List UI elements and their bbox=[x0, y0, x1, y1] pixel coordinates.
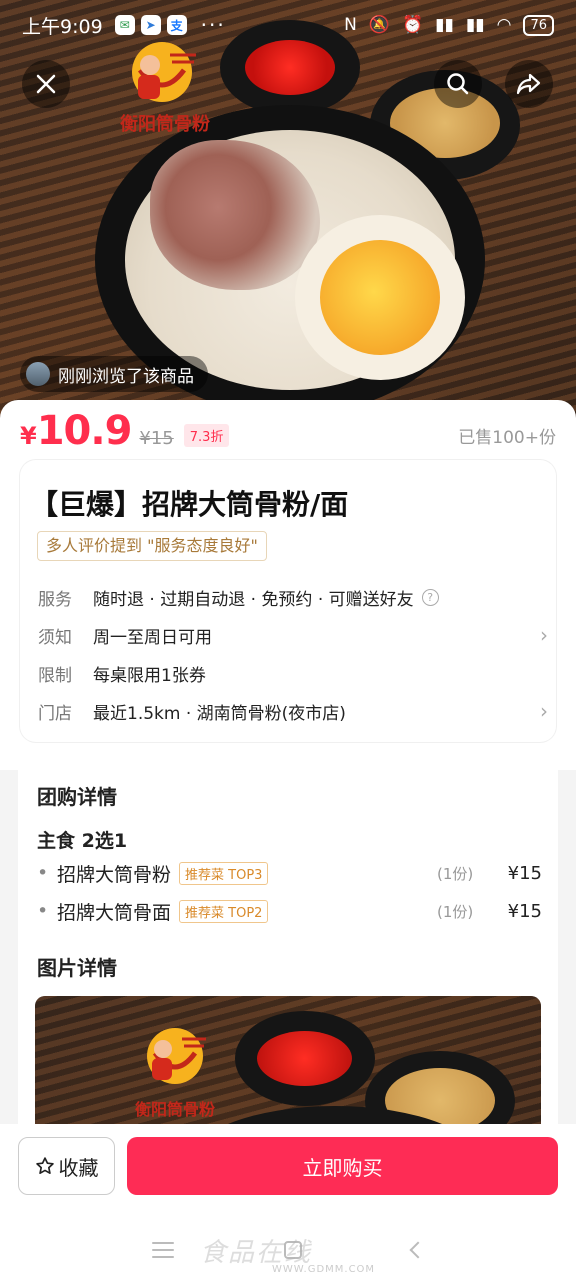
price-row: ¥ 10.9 ¥15 7.3折 已售100+份 bbox=[20, 408, 556, 462]
status-time: 上午9:09 bbox=[22, 15, 103, 38]
battery-icon: 76 bbox=[523, 14, 554, 36]
dish-item: • 招牌大筒骨面 推荐菜 TOP2 (1份) ¥15 bbox=[37, 895, 542, 927]
mute-icon: 🔕 bbox=[368, 15, 390, 35]
nfc-icon: N bbox=[344, 15, 357, 35]
wifi-icon: ◠ bbox=[496, 15, 512, 35]
buy-now-button[interactable]: 立即购买 bbox=[127, 1137, 558, 1195]
watermark-url: WWW.GDMM.COM bbox=[272, 1264, 376, 1275]
info-row-notice[interactable]: 须知 周一至周日可用 › bbox=[38, 620, 548, 650]
review-highlight-tag[interactable]: 多人评价提到 "服务态度良好" bbox=[37, 531, 267, 561]
info-value: 周一至周日可用 bbox=[93, 627, 212, 648]
chevron-right-icon: › bbox=[540, 699, 548, 723]
alarm-icon: ⏰ bbox=[402, 15, 424, 35]
help-icon[interactable]: ? bbox=[421, 588, 439, 606]
main-course-title: 主食 2选1 bbox=[37, 830, 128, 852]
signal-icon-2: ▮▮ bbox=[465, 15, 485, 35]
signal-icon: ▮▮ bbox=[435, 15, 454, 35]
recommend-tag: 推荐菜 TOP2 bbox=[179, 899, 269, 923]
dish-name: 招牌大筒骨粉 bbox=[57, 863, 172, 886]
back-icon[interactable] bbox=[409, 1241, 427, 1259]
info-label: 服务 bbox=[38, 589, 72, 610]
sold-count: 已售100+份 bbox=[458, 427, 556, 448]
avatar bbox=[26, 362, 50, 386]
original-price: ¥15 bbox=[139, 428, 174, 449]
details-section-title: 团购详情 bbox=[37, 785, 117, 809]
dish-price: ¥15 bbox=[507, 862, 542, 884]
egg-yolk bbox=[320, 240, 440, 355]
chevron-right-icon: › bbox=[540, 623, 548, 647]
close-icon bbox=[36, 74, 56, 94]
info-label: 限制 bbox=[38, 665, 72, 686]
dish-qty: (1份) bbox=[437, 864, 474, 883]
product-title: 【巨爆】招牌大筒骨粉/面 bbox=[30, 488, 349, 521]
bullet: • bbox=[37, 862, 49, 884]
more-notifications-icon: ··· bbox=[200, 13, 226, 37]
alipay-icon: 支 bbox=[166, 15, 187, 35]
recommend-tag: 推荐菜 TOP3 bbox=[179, 861, 269, 885]
svg-text:衡阳筒骨粉: 衡阳筒骨粉 bbox=[120, 113, 210, 135]
brand-logo: 衡阳筒骨粉 bbox=[135, 1028, 215, 1119]
info-value: 随时退 · 过期自动退 · 免预约 · 可赠送好友 bbox=[93, 589, 414, 610]
info-label: 须知 bbox=[38, 627, 72, 648]
favorite-button[interactable]: 收藏 bbox=[18, 1137, 115, 1195]
recently-viewed-text: 刚刚浏览了该商品 bbox=[58, 366, 194, 387]
close-button[interactable] bbox=[22, 60, 70, 108]
wechat-icon: ✉ bbox=[114, 15, 135, 35]
notification-icons: ✉ ➤ 支 bbox=[114, 15, 187, 35]
svg-text:衡阳筒骨粉: 衡阳筒骨粉 bbox=[135, 1100, 215, 1119]
location-icon: ➤ bbox=[140, 15, 161, 35]
buy-now-label: 立即购买 bbox=[302, 1155, 383, 1180]
search-button[interactable] bbox=[434, 60, 482, 108]
currency-symbol: ¥ bbox=[20, 422, 37, 450]
dish-name: 招牌大筒骨面 bbox=[57, 901, 172, 924]
recent-apps-icon[interactable] bbox=[152, 1242, 174, 1258]
info-row-service: 服务 随时退 · 过期自动退 · 免预约 · 可赠送好友 ? bbox=[38, 582, 548, 612]
info-label: 门店 bbox=[38, 703, 72, 724]
bullet: • bbox=[37, 900, 49, 922]
recently-viewed-chip: 刚刚浏览了该商品 bbox=[20, 356, 208, 392]
info-row-limit: 限制 每桌限用1张券 bbox=[38, 658, 548, 688]
dish-qty: (1份) bbox=[437, 902, 474, 921]
status-bar: 上午9:09 ✉ ➤ 支 ··· N 🔕 ⏰ ▮▮ ▮▮ ◠ 76 bbox=[0, 0, 576, 50]
discount-badge: 7.3折 bbox=[183, 423, 230, 447]
info-value: 每桌限用1张券 bbox=[93, 665, 206, 686]
search-icon bbox=[447, 73, 469, 95]
favorite-label: 收藏 bbox=[58, 1155, 99, 1180]
info-value: 最近1.5km · 湖南筒骨粉(夜市店) bbox=[93, 703, 346, 724]
info-row-store[interactable]: 门店 最近1.5km · 湖南筒骨粉(夜市店) › bbox=[38, 696, 548, 726]
current-price: 10.9 bbox=[36, 408, 133, 454]
system-icons: N 🔕 ⏰ ▮▮ ▮▮ ◠ 76 bbox=[344, 14, 554, 36]
share-button[interactable] bbox=[505, 60, 553, 108]
star-icon bbox=[35, 1157, 54, 1174]
share-icon bbox=[516, 73, 541, 95]
photo-details-title: 图片详情 bbox=[37, 956, 117, 980]
dish-price: ¥15 bbox=[507, 900, 542, 922]
chili-sauce bbox=[257, 1031, 352, 1086]
dish-item: • 招牌大筒骨粉 推荐菜 TOP3 (1份) ¥15 bbox=[37, 857, 542, 889]
